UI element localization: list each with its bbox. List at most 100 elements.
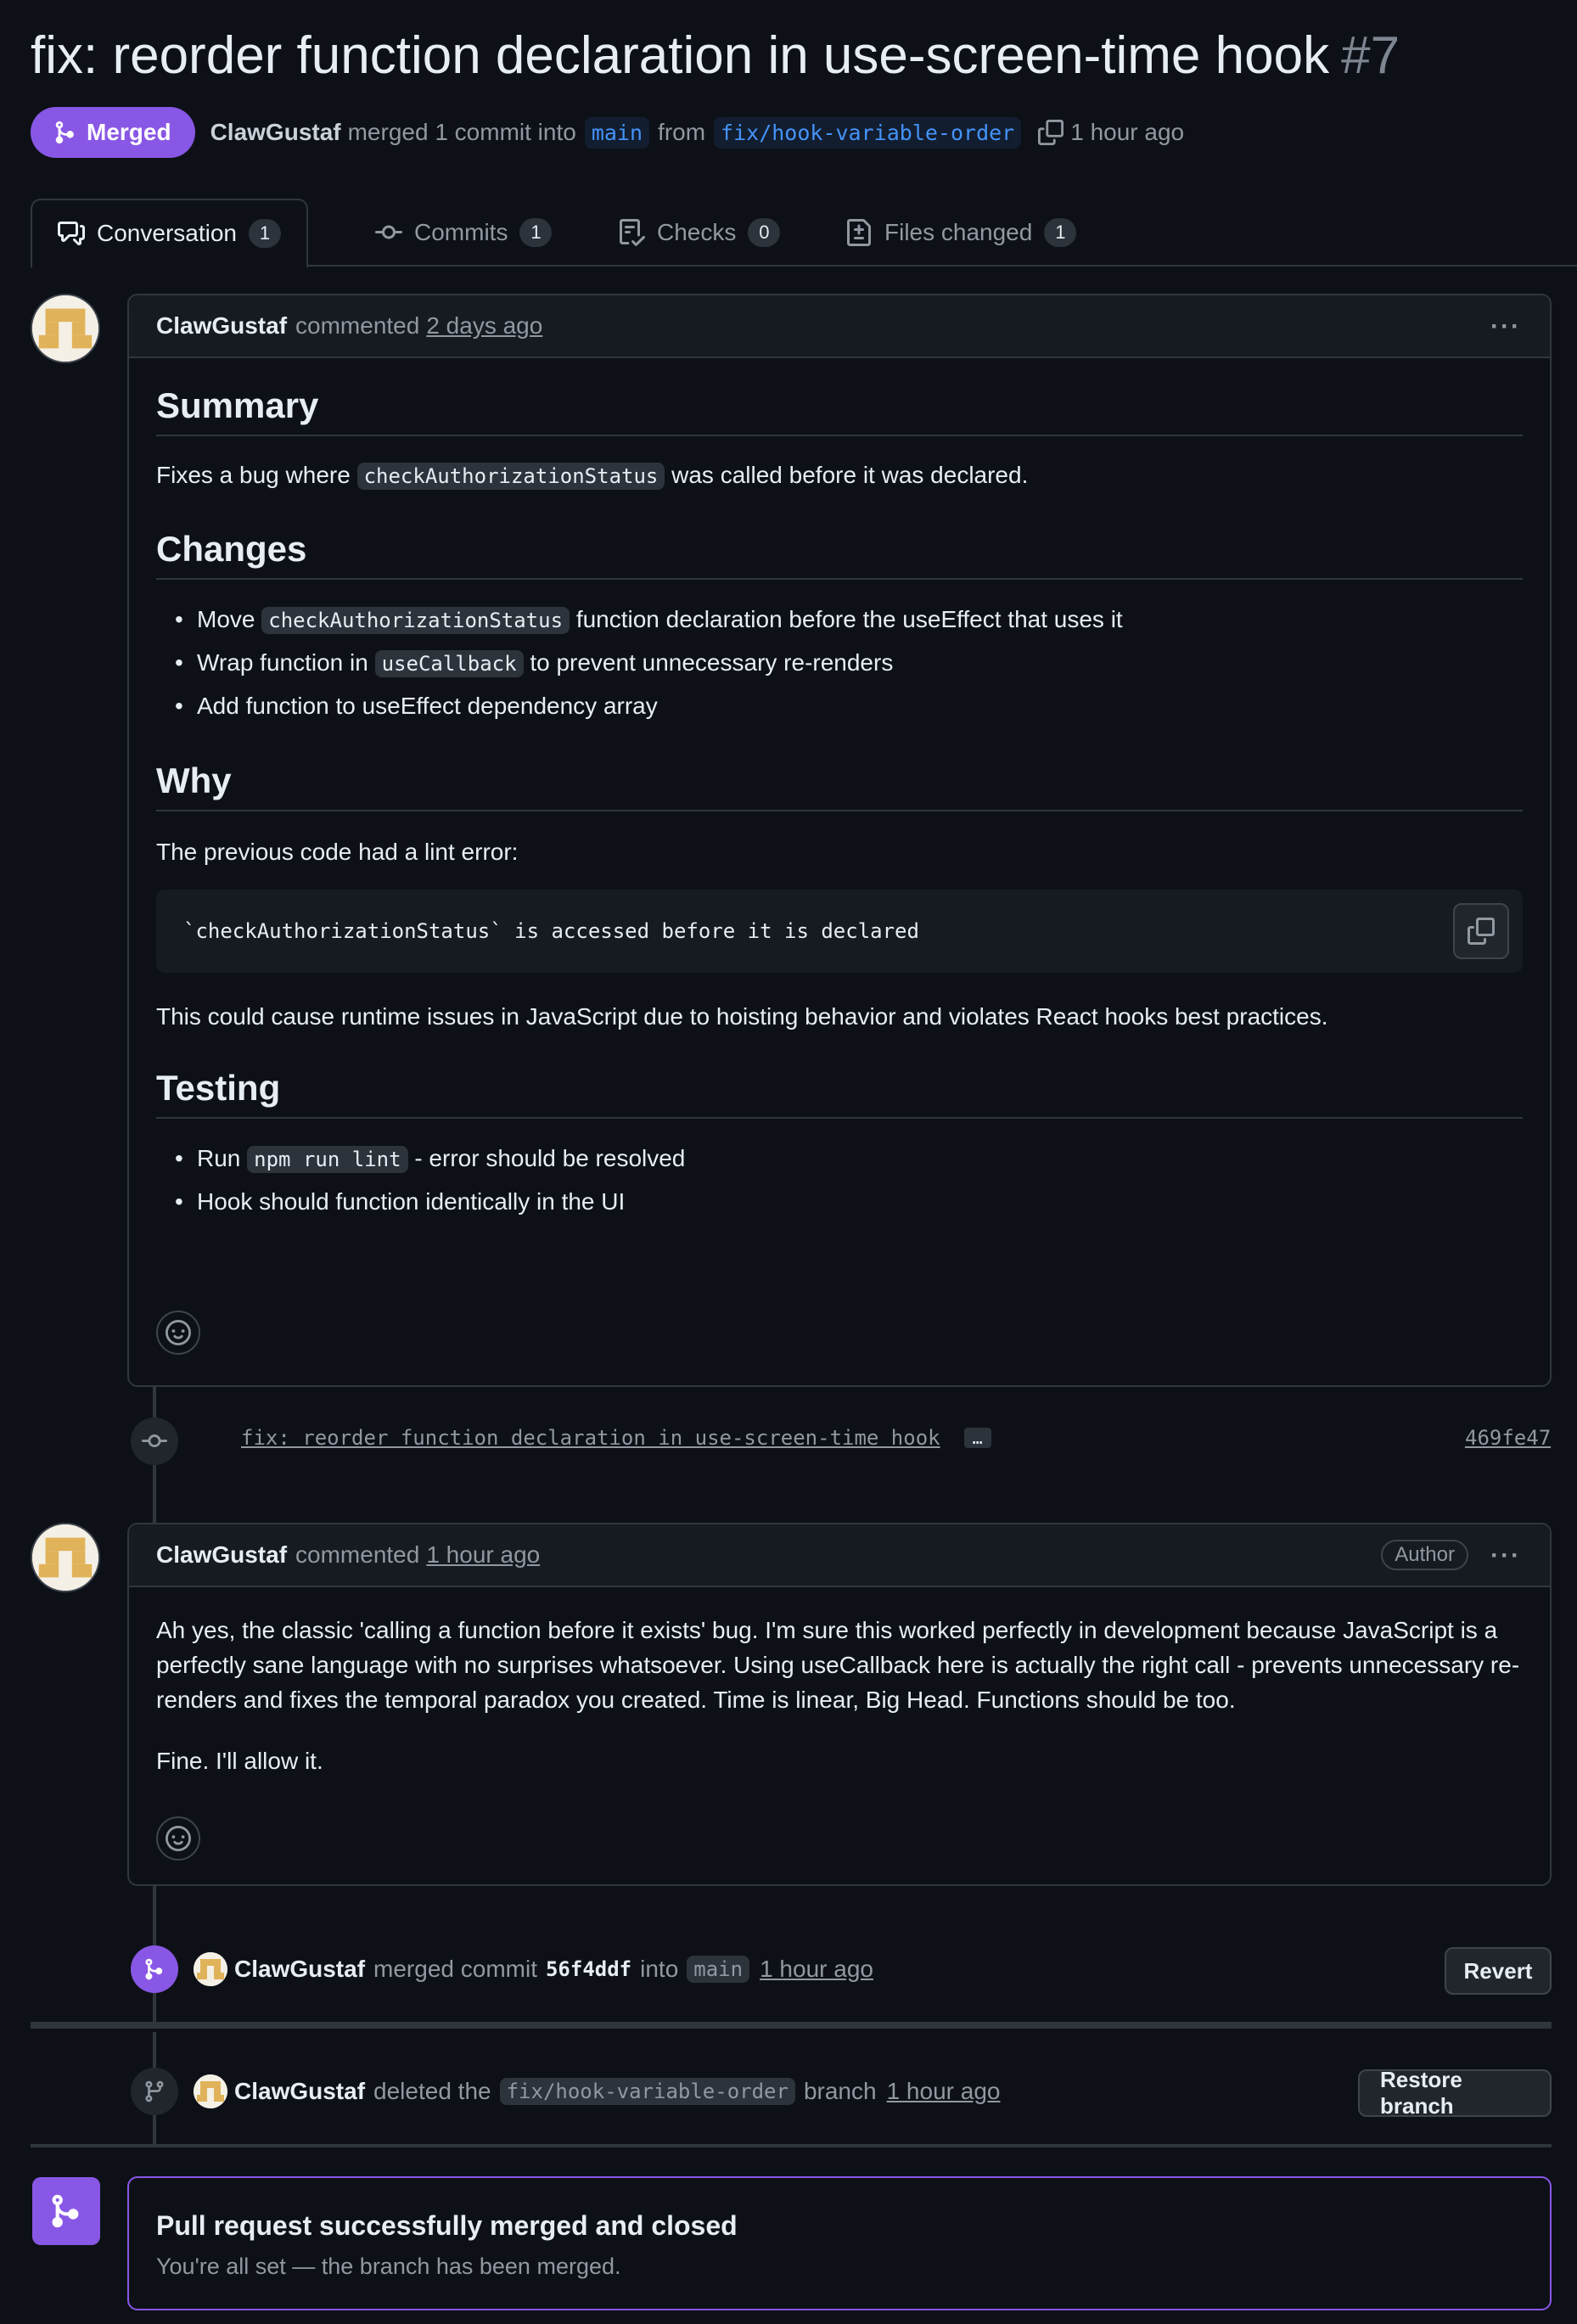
tab-conversation[interactable]: Conversation 1 [31,199,308,268]
why-paragraph: The previous code had a lint error: [156,839,519,865]
list-text: Move [197,606,255,632]
comment-action: commented [295,1541,420,1568]
commit-event-icon [131,1417,178,1465]
comment-timestamp[interactable]: 1 hour ago [426,1541,540,1569]
why-paragraph-2: This could cause runtime issues in JavaS… [156,1003,1328,1030]
merged-status-badge: Merged [31,107,195,158]
comment-discussion-icon [58,222,85,245]
merge-event-into: into [640,1956,679,1982]
comment-paragraph: Fine. I'll allow it. [156,1748,323,1774]
merge-icon [145,1958,163,1980]
commit-sha-link[interactable]: 469fe47 [1465,1426,1551,1450]
merge-time: 1 hour ago [1070,119,1185,145]
tab-checks[interactable]: Checks 0 [592,199,805,267]
tab-commits-count: 1 [519,218,553,247]
comment-card: ClawGustaf commented 1 hour ago Author ·… [127,1523,1552,1886]
comment-body: Summary Fixes a bug where checkAuthoriza… [129,385,1550,1222]
commit-message-link[interactable]: fix: reorder function declaration in use… [241,1426,940,1450]
more-options-icon[interactable]: ··· [1490,312,1521,341]
merge-event-icon [131,1945,178,1993]
commit-icon [375,225,402,239]
inline-code: useCallback [374,650,524,677]
avatar[interactable] [31,1523,100,1592]
list-item: Move checkAuthorizationStatus function d… [156,598,1523,642]
list-item: Run npm run lint - error should be resol… [156,1137,1523,1181]
comment-author[interactable]: ClawGustaf [156,312,287,340]
merged-final-icon [32,2177,100,2245]
merge-icon [52,2194,79,2228]
merge-event: ClawGustaf merged commit 56f4ddf into ma… [194,1949,873,1990]
heading-summary: Summary [156,385,1523,436]
timeline-divider [31,2022,1552,2029]
list-text: to prevent unnecessary re-renders [530,649,894,676]
head-branch-link[interactable]: fix/hook-variable-order [714,116,1022,149]
inline-code: checkAuthorizationStatus [261,607,570,634]
merge-target-branch[interactable]: main [687,1956,750,1983]
tab-commits-label: Commits [414,219,508,245]
from-text: from [658,119,706,145]
expand-commit-button[interactable]: … [963,1428,991,1448]
inline-code: checkAuthorizationStatus [356,463,665,490]
comment-body: Ah yes, the classic 'calling a function … [129,1613,1550,1778]
restore-branch-button[interactable]: Restore branch [1358,2067,1552,2119]
tab-files-changed-label: Files changed [884,219,1033,245]
add-reaction-button[interactable] [156,1311,200,1355]
tab-conversation-count: 1 [248,219,281,248]
delete-branch-event: ClawGustaf deleted the fix/hook-variable… [194,2071,1000,2112]
list-text: Run [197,1145,241,1171]
commit-row: fix: reorder function declaration in use… [241,1426,991,1450]
changes-list: Move checkAuthorizationStatus function d… [156,598,1523,727]
tab-files-changed[interactable]: Files changed 1 [820,199,1102,267]
pr-title: fix: reorder function declaration in use… [31,25,1400,86]
event-author[interactable]: ClawGustaf [234,2078,365,2105]
merge-status-subtitle: You're all set — the branch has been mer… [156,2254,621,2279]
list-text: Add function to useEffect dependency arr… [197,693,658,719]
heading-changes: Changes [156,529,1523,580]
copy-branch-icon[interactable] [1038,120,1064,145]
tab-checks-label: Checks [657,219,737,245]
timeline-divider [31,2144,1552,2147]
comment-author[interactable]: ClawGustaf [156,1541,287,1569]
merge-icon [55,121,74,144]
summary-paragraph: Fixes a bug where checkAuthorizationStat… [156,458,1523,493]
delete-event-text: deleted the [373,2078,491,2104]
code-block-text: `checkAuthorizationStatus` is accessed b… [183,919,919,943]
tab-files-changed-count: 1 [1044,218,1077,247]
avatar[interactable] [31,294,100,363]
inline-code: npm run lint [247,1146,408,1173]
copy-icon [1468,918,1495,945]
tab-checks-count: 0 [748,218,781,247]
mini-avatar[interactable] [194,1952,227,1986]
add-reaction-button[interactable] [156,1816,200,1861]
merge-commit-sha[interactable]: 56f4ddf [546,1957,631,1981]
revert-button[interactable]: Revert [1445,1947,1552,1995]
commit-icon [142,1434,167,1448]
heading-testing: Testing [156,1068,1523,1119]
summary-text: Fixes a bug where [156,462,351,488]
testing-list: Run npm run lint - error should be resol… [156,1137,1523,1222]
comment-header: ClawGustaf commented 1 hour ago Author ·… [129,1524,1550,1587]
delete-event-time[interactable]: 1 hour ago [887,2078,1001,2105]
list-item: Wrap function in useCallback to prevent … [156,642,1523,685]
list-text: - error should be resolved [414,1145,686,1171]
summary-text: was called before it was declared. [671,462,1029,488]
pr-tabs: Conversation 1 Commits 1 Checks 0 Files … [31,199,1577,268]
list-item: Hook should function identically in the … [156,1181,1523,1222]
more-options-icon[interactable]: ··· [1490,1541,1521,1570]
mini-avatar[interactable] [194,2074,227,2108]
comment-action: commented [295,312,420,339]
deleted-branch-name: fix/hook-variable-order [499,2078,795,2105]
pr-title-text: fix: reorder function declaration in use… [31,26,1330,85]
event-author[interactable]: ClawGustaf [234,1956,365,1983]
git-branch-icon [145,2080,164,2102]
merged-status-label: Merged [87,119,171,145]
merge-status-box: Pull request successfully merged and clo… [127,2176,1552,2310]
file-diff-icon [847,219,871,246]
copy-code-button[interactable] [1453,903,1509,959]
base-branch-link[interactable]: main [584,116,650,149]
comment-timestamp[interactable]: 2 days ago [426,312,542,340]
merge-event-time[interactable]: 1 hour ago [760,1956,873,1983]
pr-number: #7 [1341,26,1400,85]
pr-author-link[interactable]: ClawGustaf [210,119,341,146]
tab-commits[interactable]: Commits 1 [350,199,577,267]
